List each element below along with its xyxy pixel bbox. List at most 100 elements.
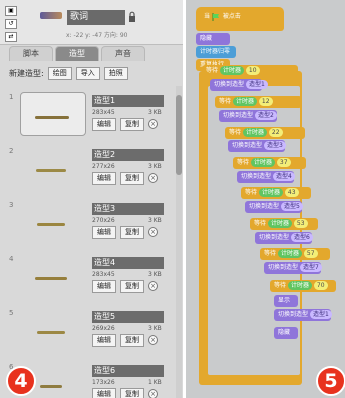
costume-name[interactable]: 造型6	[92, 365, 164, 377]
copy-button[interactable]: 复制	[120, 171, 144, 185]
copy-button[interactable]: 复制	[120, 225, 144, 239]
switch-costume-label: 切换到造型	[214, 81, 245, 88]
wait-until-block-5[interactable]: 等待 计时器 43	[241, 187, 311, 199]
switch-costume-block-3[interactable]: 切换到造型 造型3	[228, 140, 286, 152]
timer-value-field-7[interactable]: 57	[303, 249, 318, 258]
timer-value-field-5[interactable]: 43	[284, 188, 299, 197]
wait-until-block-7[interactable]: 等待 计时器 57	[260, 248, 330, 260]
switch-costume-block-4[interactable]: 切换到造型 造型4	[237, 171, 295, 183]
costume-name[interactable]: 造型5	[92, 311, 164, 323]
costume-name[interactable]: 造型1	[92, 95, 164, 107]
delete-icon[interactable]: ×	[148, 335, 158, 345]
costume-thumbnail[interactable]	[20, 146, 84, 188]
timer-reporter-7[interactable]: 计时器	[277, 249, 302, 258]
edit-button[interactable]: 编辑	[92, 333, 116, 347]
timer-value-field-8[interactable]: 70	[313, 281, 328, 290]
tab-costumes[interactable]: 造型	[55, 46, 99, 61]
paint-button[interactable]: 绘图	[47, 67, 72, 80]
costume-name[interactable]: 造型4	[92, 257, 164, 269]
switch-costume-block-6[interactable]: 切换到造型 造型6	[255, 232, 313, 244]
reset-timer-block[interactable]: 计时器归零	[196, 46, 236, 58]
delete-icon[interactable]: ×	[148, 281, 158, 291]
switch-costume-label-4: 切换到造型	[241, 173, 272, 180]
copy-button[interactable]: 复制	[120, 387, 144, 398]
timer-value-field-2[interactable]: 12	[258, 97, 273, 106]
delete-icon[interactable]: ×	[148, 119, 158, 129]
costume-dropdown[interactable]: 造型1	[245, 80, 268, 89]
hide-block-2[interactable]: 隐藏	[274, 327, 298, 339]
timer-reporter-3[interactable]: 计时器	[242, 128, 267, 137]
switch-costume-block-5[interactable]: 切换到造型 造型5	[245, 201, 303, 213]
edit-button[interactable]: 编辑	[92, 171, 116, 185]
costume-dropdown-5[interactable]: 造型5	[280, 202, 303, 211]
copy-button[interactable]: 复制	[120, 279, 144, 293]
costume-thumbnail[interactable]	[20, 92, 86, 136]
edit-button[interactable]: 编辑	[92, 387, 116, 398]
wait-until-block-2[interactable]: 等待 计时器 12	[215, 96, 302, 108]
costume-actions: 编辑 复制 ×	[92, 279, 172, 293]
sprite-controls: ▣ ↺ ⇄	[5, 6, 17, 42]
wait-until-block-3[interactable]: 等待 计时器 22	[225, 127, 305, 139]
timer-value-field-6[interactable]: 53	[293, 219, 308, 228]
costume-dropdown-2[interactable]: 造型2	[254, 111, 277, 120]
costume-dropdown-6[interactable]: 造型6	[290, 233, 313, 242]
costume-index: 3	[9, 201, 14, 209]
edit-button[interactable]: 编辑	[92, 225, 116, 239]
switch-costume-block-2[interactable]: 切换到造型 造型2	[219, 110, 277, 122]
costume-item[interactable]: 5 造型5 269x26 3 KB 编辑 复制 ×	[0, 304, 183, 354]
green-flag-hat-label[interactable]: 当 被点击	[200, 11, 280, 23]
edit-button[interactable]: 编辑	[92, 279, 116, 293]
costume-size: 270x26	[92, 217, 115, 224]
lock-icon[interactable]	[128, 11, 136, 23]
import-button[interactable]: 导入	[75, 67, 100, 80]
costume-item[interactable]: 4 造型4 283x45 3 KB 编辑 复制 ×	[0, 250, 183, 300]
timer-value-field[interactable]: 10	[245, 66, 260, 75]
timer-value-field-4[interactable]: 37	[276, 158, 291, 167]
timer-reporter[interactable]: 计时器	[219, 66, 244, 75]
wait-until-block-6[interactable]: 等待 计时器 53	[250, 218, 318, 230]
tab-scripts[interactable]: 脚本	[9, 46, 53, 61]
sprite-name-field[interactable]: 歌词	[67, 10, 125, 25]
costume-dropdown-3[interactable]: 造型3	[263, 141, 286, 150]
costume-thumbnail[interactable]	[20, 200, 84, 242]
costume-dropdown-8[interactable]: 造型1	[309, 310, 332, 319]
wait-until-block[interactable]: 等待 计时器 10	[202, 65, 298, 77]
costume-thumbnail[interactable]	[20, 254, 84, 296]
costume-dropdown-4[interactable]: 造型4	[272, 172, 295, 181]
delete-icon[interactable]: ×	[148, 227, 158, 237]
costume-scroll-thumb[interactable]	[176, 95, 182, 175]
timer-reporter-5[interactable]: 计时器	[258, 188, 283, 197]
delete-icon[interactable]: ×	[148, 173, 158, 183]
wait-until-block-4[interactable]: 等待 计时器 37	[233, 157, 306, 169]
camera-button[interactable]: 拍照	[103, 67, 128, 80]
sprite-control-2[interactable]: ↺	[5, 19, 17, 29]
costume-item[interactable]: 2 造型2 277x26 3 KB 编辑 复制 ×	[0, 142, 183, 192]
timer-reporter-8[interactable]: 计时器	[287, 281, 312, 290]
show-block[interactable]: 显示	[274, 295, 298, 307]
costume-dropdown-7[interactable]: 造型7	[299, 263, 322, 272]
switch-costume-label-2: 切换到造型	[223, 112, 254, 119]
tab-sounds[interactable]: 声音	[101, 46, 145, 61]
copy-button[interactable]: 复制	[120, 333, 144, 347]
costume-item[interactable]: 3 造型3 270x26 3 KB 编辑 复制 ×	[0, 196, 183, 246]
sprite-control-3[interactable]: ⇄	[5, 32, 17, 42]
sprite-control-1[interactable]: ▣	[5, 6, 17, 16]
switch-costume-block-7[interactable]: 切换到造型 造型7	[264, 262, 322, 274]
copy-button[interactable]: 复制	[120, 117, 144, 131]
timer-reporter-2[interactable]: 计时器	[232, 97, 257, 106]
costume-name[interactable]: 造型2	[92, 149, 164, 161]
timer-reporter-6[interactable]: 计时器	[267, 219, 292, 228]
switch-costume-block-8[interactable]: 切换到造型 造型1	[274, 309, 332, 321]
edit-button[interactable]: 编辑	[92, 117, 116, 131]
timer-value-field-3[interactable]: 22	[268, 128, 283, 137]
wait-until-block-8[interactable]: 等待 计时器 70	[270, 280, 336, 292]
costume-item[interactable]: 1 造型1 283x45 3 KB 编辑 复制 ×	[0, 88, 183, 138]
costume-actions: 编辑 复制 ×	[92, 171, 172, 185]
switch-costume-block[interactable]: 切换到造型 造型1	[210, 79, 268, 91]
wait-until-label-6: 等待	[254, 220, 267, 227]
delete-icon[interactable]: ×	[148, 389, 158, 398]
costume-name[interactable]: 造型3	[92, 203, 164, 215]
timer-reporter-4[interactable]: 计时器	[250, 158, 275, 167]
costume-thumbnail[interactable]	[20, 308, 84, 350]
hide-block[interactable]: 隐藏	[196, 33, 230, 45]
